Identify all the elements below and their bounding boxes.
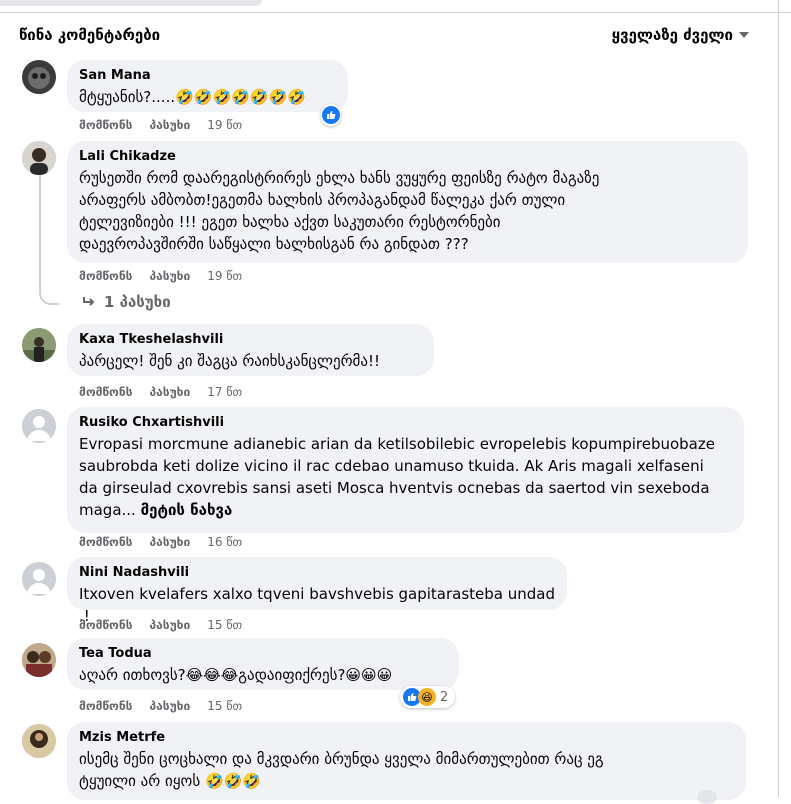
like-button[interactable]: მომწონს	[79, 385, 132, 399]
comment-bubble: Nini Nadashvili Itxoven kvelafers xalxo …	[67, 557, 567, 625]
comment-actions: მომწონს პასუხი 16 წთ	[79, 535, 242, 549]
comment-actions: მომწონს პასუხი 15 წთ	[79, 618, 242, 632]
comment-author[interactable]: Nini Nadashvili	[79, 565, 555, 581]
header-divider	[0, 12, 791, 13]
reply-button[interactable]: პასუხი	[149, 699, 190, 713]
comment-timestamp[interactable]: 15 წთ	[207, 618, 242, 632]
reply-button[interactable]: პასუხი	[149, 118, 190, 132]
sort-dropdown[interactable]: ყველაზე ძველი	[612, 26, 749, 44]
comment-author[interactable]: Mzis Metrfe	[79, 730, 734, 746]
comment-timestamp[interactable]: 17 წთ	[207, 385, 242, 399]
comment-author[interactable]: Tea Todua	[79, 646, 447, 662]
comment-author[interactable]: Lali Chikadze	[79, 149, 736, 165]
avatar[interactable]	[22, 724, 56, 758]
reply-arrow-icon	[83, 297, 95, 306]
avatar[interactable]	[22, 141, 56, 175]
comment-bubble: San Mana მტყუანის?.....🤣🤣🤣🤣🤣🤣🤣	[67, 60, 348, 112]
top-input-stub	[0, 0, 262, 6]
comment-text: რუსეთში რომ დაარეგისტრირეს ეხლა ხანს ვუყ…	[79, 169, 600, 253]
comment-author[interactable]: Kaxa Tkeshelashvili	[79, 332, 422, 348]
comment-bubble: Rusiko Chxartishvili Evropasi morcmune a…	[67, 407, 744, 533]
thread-line	[39, 175, 59, 305]
avatar[interactable]	[22, 562, 56, 596]
reaction-count: 2	[440, 689, 449, 705]
comment-timestamp[interactable]: 19 წთ	[207, 269, 242, 283]
avatar[interactable]	[22, 328, 56, 362]
comment-bubble: Kaxa Tkeshelashvili პარცელ! შენ კი შაგცა…	[67, 324, 434, 376]
panel-right-border	[778, 0, 779, 797]
reaction-summary-partial[interactable]	[697, 790, 717, 804]
comment-bubble: Mzis Metrfe ისემც შენი ცოცხალი და მკვდარ…	[67, 722, 746, 800]
avatar[interactable]	[22, 409, 56, 443]
sort-label: ყველაზე ძველი	[611, 26, 733, 44]
reply-button[interactable]: პასუხი	[149, 385, 190, 399]
comment-bubble: Lali Chikadze რუსეთში რომ დაარეგისტრირეს…	[67, 141, 748, 263]
avatar[interactable]	[22, 643, 56, 677]
avatar[interactable]	[22, 60, 56, 94]
comment-timestamp[interactable]: 16 წთ	[207, 535, 242, 549]
previous-comments-link[interactable]: წინა კომენტარები	[19, 26, 160, 44]
comment-author[interactable]: Rusiko Chxartishvili	[79, 415, 732, 431]
comment-timestamp[interactable]: 15 წთ	[207, 699, 242, 713]
like-button[interactable]: მომწონს	[79, 535, 132, 549]
caret-down-icon	[739, 32, 749, 38]
reaction-summary[interactable]: 😆 2	[400, 686, 456, 708]
like-button[interactable]: მომწონს	[79, 269, 132, 283]
replies-count: 1 პასუხი	[104, 293, 171, 311]
view-replies-link[interactable]: 1 პასუხი	[82, 293, 171, 311]
comment-author[interactable]: San Mana	[79, 68, 336, 84]
comment-actions: მომწონს პასუხი 17 წთ	[79, 385, 242, 399]
reaction-summary[interactable]	[321, 104, 341, 126]
reply-button[interactable]: პასუხი	[149, 535, 190, 549]
reply-button[interactable]: პასუხი	[149, 618, 190, 632]
comment-text: Evropasi morcmune adianebic arian da ket…	[79, 435, 715, 519]
comment-actions: მომწონს პასუხი 19 წთ	[79, 269, 242, 283]
like-button[interactable]: მომწონს	[79, 618, 132, 632]
comment-actions: მომწონს პასუხი 19 წთ	[79, 118, 242, 132]
like-button[interactable]: მომწონს	[79, 118, 132, 132]
comment-text: მტყუანის?.....🤣🤣🤣🤣🤣🤣🤣	[79, 88, 306, 106]
like-reaction-icon	[322, 106, 340, 124]
haha-reaction-icon: 😆	[418, 688, 436, 706]
reply-button[interactable]: პასუხი	[149, 269, 190, 283]
comment-actions: მომწონს პასუხი 15 წთ	[79, 699, 242, 713]
comment-text: ისემც შენი ცოცხალი და მკვდარი ბრუნდა ყვე…	[79, 750, 604, 790]
comment-timestamp[interactable]: 19 წთ	[207, 118, 242, 132]
comment-bubble: Tea Todua აღარ ითხოვს?😂😂😂გადაიფიქრეს?😀😀😀	[67, 638, 459, 690]
comment-text: პარცელ! შენ კი შაგცა რაიხსკანცლერმა!!	[79, 352, 381, 370]
see-more-link[interactable]: მეტის ნახვა	[141, 501, 233, 519]
like-button[interactable]: მომწონს	[79, 699, 132, 713]
comment-text: აღარ ითხოვს?😂😂😂გადაიფიქრეს?😀😀😀	[79, 666, 393, 684]
